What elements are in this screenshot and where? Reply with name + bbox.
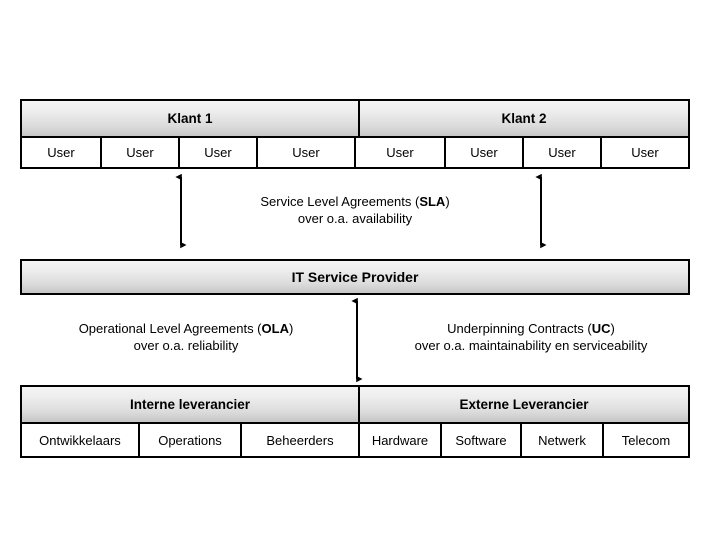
supplier-item-cell: Beheerders: [240, 424, 358, 456]
diagram-canvas: Klant 1 Klant 2 User User User User User…: [0, 0, 720, 540]
sla-line-1-suffix: ): [445, 194, 450, 209]
ola-line-2: over o.a. reliability: [133, 338, 239, 353]
it-service-provider-label: IT Service Provider: [291, 269, 419, 285]
sla-line-1: Service Level Agreements (SLA): [190, 193, 520, 210]
uc-acronym: UC: [591, 321, 611, 336]
suppliers-header-row: Interne leverancier Externe Leverancier: [22, 387, 688, 422]
supplier-item-cell: Telecom: [602, 424, 688, 456]
uc-line-1: Underpinning Contracts (UC): [372, 320, 690, 337]
sla-arrow-right: [535, 173, 547, 249]
uc-line-1-prefix: Underpinning Contracts (: [447, 321, 592, 336]
ola-line-1: Operational Level Agreements (OLA): [30, 320, 342, 337]
customers-user-row: User User User User User User User User: [22, 136, 688, 167]
customer-group-header-klant-2: Klant 2: [358, 101, 688, 136]
supplier-arrow: [351, 297, 363, 383]
ola-line-1-suffix: ): [288, 321, 294, 336]
supplier-item-cell: Netwerk: [520, 424, 602, 456]
user-cell: User: [600, 138, 688, 167]
customers-header-row: Klant 1 Klant 2: [22, 101, 688, 136]
user-cell: User: [522, 138, 600, 167]
ola-acronym: OLA: [261, 321, 289, 336]
user-cell: User: [100, 138, 178, 167]
user-cell: User: [22, 138, 100, 167]
it-service-provider-bar: IT Service Provider: [20, 259, 690, 295]
supplier-group-header-externe-leverancier: Externe Leverancier: [358, 387, 688, 422]
sla-acronym: SLA: [419, 194, 446, 209]
user-cell: User: [178, 138, 256, 167]
sla-line-1-prefix: Service Level Agreements (: [260, 194, 420, 209]
ola-annotation: Operational Level Agreements (OLA) over …: [30, 320, 342, 354]
uc-line-2: over o.a. maintainability en serviceabil…: [414, 338, 648, 353]
customer-group-header-klant-1: Klant 1: [22, 101, 358, 136]
uc-line-1-suffix: ): [610, 321, 615, 336]
sla-line-2: over o.a. availability: [297, 211, 413, 226]
user-cell: User: [256, 138, 354, 167]
user-cell: User: [444, 138, 522, 167]
ola-line-1-prefix: Operational Level Agreements (: [78, 321, 262, 336]
suppliers-item-row: Ontwikkelaars Operations Beheerders Hard…: [22, 422, 688, 456]
suppliers-table: Interne leverancier Externe Leverancier …: [20, 385, 690, 458]
sla-annotation: Service Level Agreements (SLA) over o.a.…: [190, 193, 520, 227]
supplier-item-cell: Ontwikkelaars: [22, 424, 138, 456]
supplier-group-header-interne-leverancier: Interne leverancier: [22, 387, 358, 422]
supplier-item-cell: Hardware: [358, 424, 440, 456]
customers-table: Klant 1 Klant 2 User User User User User…: [20, 99, 690, 169]
user-cell: User: [354, 138, 444, 167]
uc-annotation: Underpinning Contracts (UC) over o.a. ma…: [372, 320, 690, 354]
supplier-item-cell: Software: [440, 424, 520, 456]
supplier-item-cell: Operations: [138, 424, 240, 456]
